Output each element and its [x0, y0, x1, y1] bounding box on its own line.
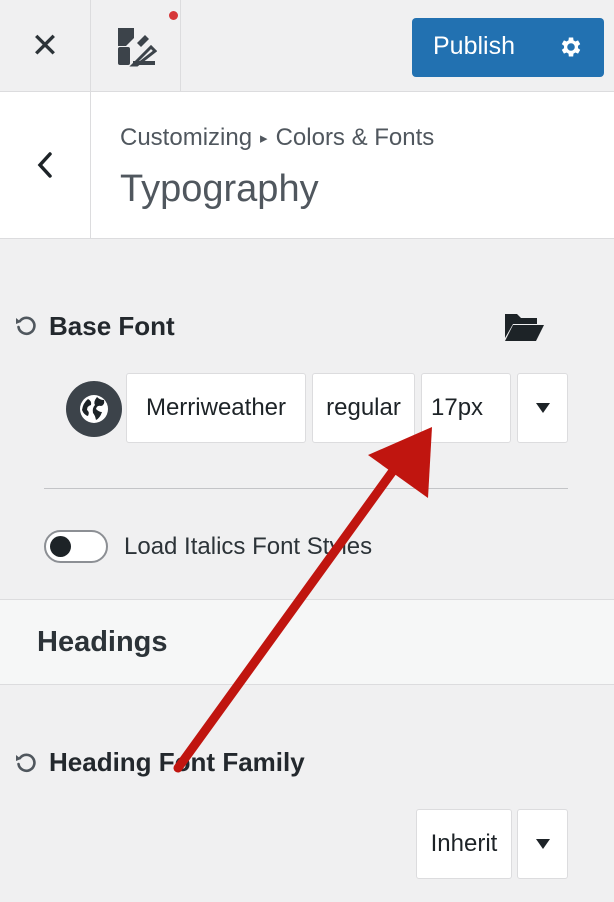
- heading-font-dropdown-button[interactable]: [517, 809, 568, 879]
- font-weight-select[interactable]: regular: [312, 373, 415, 443]
- customizer-info-button[interactable]: [91, 0, 181, 91]
- heading-font-family-label: Heading Font Family: [49, 747, 305, 777]
- toggle-knob: [50, 536, 71, 557]
- caret-down-icon: [535, 403, 550, 413]
- breadcrumb-item: Colors & Fonts: [275, 124, 435, 151]
- font-size-input[interactable]: 17px: [421, 373, 511, 443]
- customizer-topbar: ✕ Publish: [0, 0, 614, 92]
- reset-icon[interactable]: [14, 751, 38, 775]
- italics-toggle-label: Load Italics Font Styles: [124, 533, 373, 560]
- back-button[interactable]: [0, 92, 91, 238]
- publish-label: Publish: [433, 32, 515, 60]
- gear-icon[interactable]: [558, 34, 584, 60]
- font-family-select[interactable]: Merriweather: [126, 373, 306, 443]
- italics-toggle[interactable]: [44, 530, 108, 563]
- headings-title: Headings: [37, 626, 168, 658]
- section-header: Customizing ▸ Colors & Fonts Typography: [0, 92, 614, 239]
- headings-section-header: Headings: [0, 599, 614, 685]
- divider: [44, 488, 568, 489]
- notification-dot: [169, 11, 178, 20]
- close-customizer-button[interactable]: ✕: [0, 0, 91, 91]
- breadcrumb: Customizing ▸ Colors & Fonts: [120, 124, 434, 152]
- close-icon: ✕: [30, 26, 60, 65]
- paint-brush-icon: [117, 27, 157, 66]
- font-options-dropdown-button[interactable]: [517, 373, 568, 443]
- base-font-label: Base Font: [49, 311, 175, 341]
- breadcrumb-item: Customizing: [120, 124, 253, 151]
- caret-down-icon: [535, 839, 550, 849]
- chevron-left-icon: [37, 152, 52, 178]
- reset-icon[interactable]: [14, 314, 38, 338]
- heading-font-select[interactable]: Inherit: [416, 809, 512, 879]
- publish-button[interactable]: Publish: [412, 18, 604, 77]
- folder-open-icon[interactable]: [503, 310, 545, 342]
- font-source-globe-icon: [66, 381, 122, 437]
- breadcrumb-separator: ▸: [260, 130, 268, 147]
- page-title: Typography: [120, 168, 319, 210]
